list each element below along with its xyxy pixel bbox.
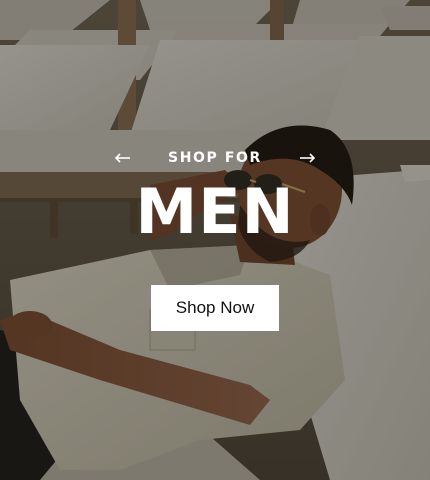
eyebrow-row: SHOP FOR <box>0 146 430 170</box>
arrow-right-icon <box>299 153 316 163</box>
arrow-left-icon <box>114 153 131 163</box>
shop-now-button[interactable]: Shop Now <box>151 285 279 331</box>
hero-banner: SHOP FOR MEN Shop Now <box>0 0 430 480</box>
eyebrow-text: SHOP FOR <box>168 150 262 166</box>
previous-slide-button[interactable] <box>102 146 142 170</box>
next-slide-button[interactable] <box>288 146 328 170</box>
hero-headline: MEN <box>135 175 295 248</box>
